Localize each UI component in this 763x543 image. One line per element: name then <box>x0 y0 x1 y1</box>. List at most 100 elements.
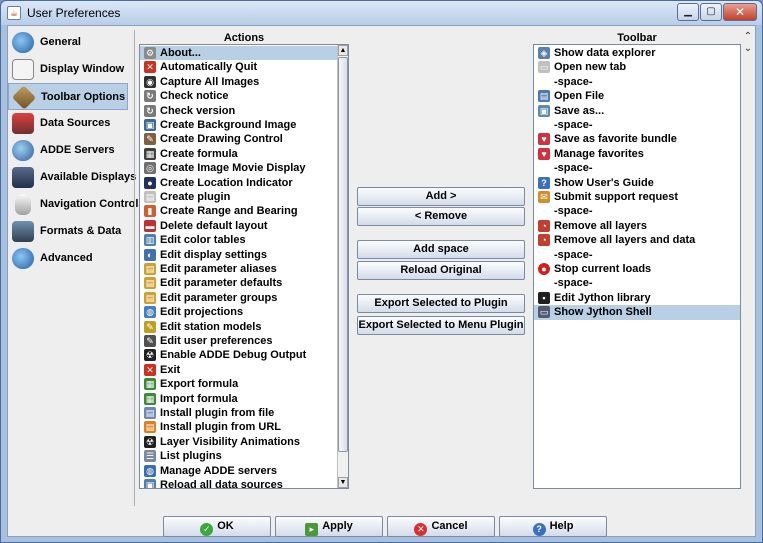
action-item[interactable]: ▦ Export formula <box>140 377 338 391</box>
action-item[interactable]: ☢ Layer Visibility Animations <box>140 435 338 449</box>
user-preferences-window: ☕ User Preferences ▁ ▢ ✕ General Display… <box>0 0 763 543</box>
check-icon: ✓ <box>200 523 214 536</box>
defaults-icon: ▤ <box>144 277 156 290</box>
toolbar-item[interactable]: ▭ Open new tab <box>534 60 740 74</box>
action-item-label: Export formula <box>160 378 239 391</box>
action-item[interactable]: ☢ Enable ADDE Debug Output <box>140 348 338 362</box>
toolbar-item[interactable]: ◔ Remove all layers <box>534 219 740 233</box>
action-item[interactable]: ▤ Install plugin from URL <box>140 420 338 434</box>
actions-list[interactable]: ⚙ About... ✕ Automatically Quit ◉ Capture All… <box>139 44 349 489</box>
sidebar-item-advanced[interactable]: Advanced <box>8 245 128 272</box>
action-item[interactable]: ▮ Create Range and Bearing <box>140 204 338 218</box>
action-item[interactable]: ↻ Check notice <box>140 89 338 103</box>
reload-original-button[interactable]: Reload Original <box>357 261 525 280</box>
adde-icon: ◍ <box>144 464 156 477</box>
help-button[interactable]: ? Help <box>499 516 607 537</box>
action-item[interactable]: ▤ Edit parameter defaults <box>140 276 338 290</box>
action-item[interactable]: ↻ Check version <box>140 104 338 118</box>
toolbar-spacer-item[interactable]: -space- <box>534 204 740 218</box>
export-to-plugin-button[interactable]: Export Selected to Plugin <box>357 294 525 313</box>
action-item[interactable]: ▤ Install plugin from file <box>140 406 338 420</box>
toolbar-spacer-item[interactable]: -space- <box>534 75 740 89</box>
action-item[interactable]: ● Create Location Indicator <box>140 176 338 190</box>
scroll-thumb[interactable] <box>338 57 348 452</box>
cancel-button[interactable]: ✕ Cancel <box>387 516 495 537</box>
toolbar-item-label: Open new tab <box>554 61 627 74</box>
sidebar-item-available-displays[interactable]: Available Displays <box>8 164 136 191</box>
sidebar-item-formats-data[interactable]: Formats & Data <box>8 218 128 245</box>
toolbar-spacer-item[interactable]: -space- <box>534 161 740 175</box>
action-item[interactable]: ◐ Edit display settings <box>140 248 338 262</box>
toolbar-spacer-item[interactable]: -space- <box>534 248 740 262</box>
toolbar-item[interactable]: ● Stop current loads <box>534 262 740 276</box>
add-button[interactable]: Add > <box>357 187 525 206</box>
action-item[interactable]: ◎ Create Image Movie Display <box>140 161 338 175</box>
action-item[interactable]: ▣ Reload all data sources <box>140 478 338 488</box>
action-item[interactable]: ✎ Edit user preferences <box>140 334 338 348</box>
action-item[interactable]: ☰ List plugins <box>140 449 338 463</box>
action-item-label: Create plugin <box>160 191 231 203</box>
actions-scrollbar[interactable]: ▲ ▼ <box>337 45 348 488</box>
toolbar-item[interactable]: ✉ Submit support request <box>534 190 740 204</box>
maximize-button[interactable]: ▢ <box>700 3 722 21</box>
toolbar-item[interactable]: ♥ Save as favorite bundle <box>534 132 740 146</box>
action-item[interactable]: ✎ Edit station models <box>140 320 338 334</box>
action-item[interactable]: ▤ Edit parameter groups <box>140 291 338 305</box>
toolbar-item[interactable]: ? Show User's Guide <box>534 176 740 190</box>
toolbar-item-label: Open File <box>554 90 605 103</box>
move-up-icon[interactable]: ⌃ <box>742 32 754 42</box>
action-item-label: Capture All Images <box>160 75 260 88</box>
toolbar-spacer-item[interactable]: -space- <box>534 276 740 290</box>
list-plugins-icon: ☰ <box>144 450 156 463</box>
close-button[interactable]: ✕ <box>723 3 757 21</box>
action-item[interactable]: ▦ Import formula <box>140 392 338 406</box>
action-item[interactable]: ▥ Edit color tables <box>140 233 338 247</box>
action-item[interactable]: ⚙ About... <box>140 46 338 61</box>
toolbar-item[interactable]: ♥ Manage favorites <box>534 147 740 161</box>
action-item[interactable]: ▤ Edit parameter aliases <box>140 262 338 276</box>
action-item[interactable]: ▬ Delete default layout <box>140 219 338 233</box>
sidebar-item-data-sources[interactable]: Data Sources <box>8 110 128 137</box>
toolbar-item[interactable]: ▤ Open File <box>534 89 740 103</box>
action-item[interactable]: ▦ Create formula <box>140 147 338 161</box>
action-item[interactable]: ✎ Create Drawing Control <box>140 132 338 146</box>
action-item[interactable]: ▣ Create Background Image <box>140 118 338 132</box>
toolbar-item[interactable]: ▭ Show Jython Shell <box>534 305 740 320</box>
sidebar-item-display-window[interactable]: Display Window <box>8 56 128 83</box>
toolbar-item[interactable]: ◔ Remove all layers and data <box>534 233 740 247</box>
action-item[interactable]: ◍ Edit projections <box>140 305 338 319</box>
action-item[interactable]: ◉ Capture All Images <box>140 75 338 89</box>
apply-button[interactable]: ▸ Apply <box>275 516 383 537</box>
preferences-icon: ✎ <box>144 335 156 347</box>
scroll-up-arrow[interactable]: ▲ <box>338 45 348 56</box>
remove-button[interactable]: < Remove <box>357 207 525 226</box>
toolbar-list[interactable]: ◈ Show data explorer ▭ Open new tab -space- ▤… <box>533 44 741 489</box>
ok-button[interactable]: ✓ OK <box>163 516 271 537</box>
minimize-button[interactable]: ▁ <box>677 3 699 21</box>
toolbar-item[interactable]: ◈ Show data explorer <box>534 46 740 60</box>
action-item[interactable]: ◍ Manage ADDE servers <box>140 464 338 478</box>
version-icon: ↻ <box>144 104 156 117</box>
action-item[interactable]: ▤ Create plugin <box>140 190 338 204</box>
camera-icon: ◉ <box>144 75 156 88</box>
globe-icon <box>12 32 34 53</box>
action-item[interactable]: ✕ Automatically Quit <box>140 60 338 74</box>
title-bar[interactable]: ☕ User Preferences ▁ ▢ ✕ <box>1 1 762 25</box>
toolbar-item[interactable]: ▣ Save as... <box>534 104 740 118</box>
toolbar-item-label: -space- <box>554 119 593 131</box>
toolbar-item[interactable]: ▪ Edit Jython library <box>534 291 740 305</box>
add-space-button[interactable]: Add space <box>357 240 525 259</box>
toolbar-item-label: Show Jython Shell <box>554 306 652 319</box>
sidebar-item-adde-servers[interactable]: ADDE Servers <box>8 137 128 164</box>
sidebar-item-general[interactable]: General <box>8 29 128 56</box>
action-item[interactable]: ✕ Exit <box>140 363 338 377</box>
export-to-menu-plugin-button[interactable]: Export Selected to Menu Plugin <box>357 316 525 335</box>
sidebar-item-navigation-controls[interactable]: Navigation Controls <box>8 191 145 218</box>
action-item-label: Edit station models <box>160 320 262 333</box>
action-item-label: Install plugin from file <box>160 407 275 419</box>
move-down-icon[interactable]: ⌄ <box>742 44 754 54</box>
action-item-label: Install plugin from URL <box>160 421 281 434</box>
toolbar-spacer-item[interactable]: -space- <box>534 118 740 132</box>
scroll-down-arrow[interactable]: ▼ <box>338 477 348 488</box>
sidebar-item-toolbar-options[interactable]: Toolbar Options <box>8 83 128 110</box>
